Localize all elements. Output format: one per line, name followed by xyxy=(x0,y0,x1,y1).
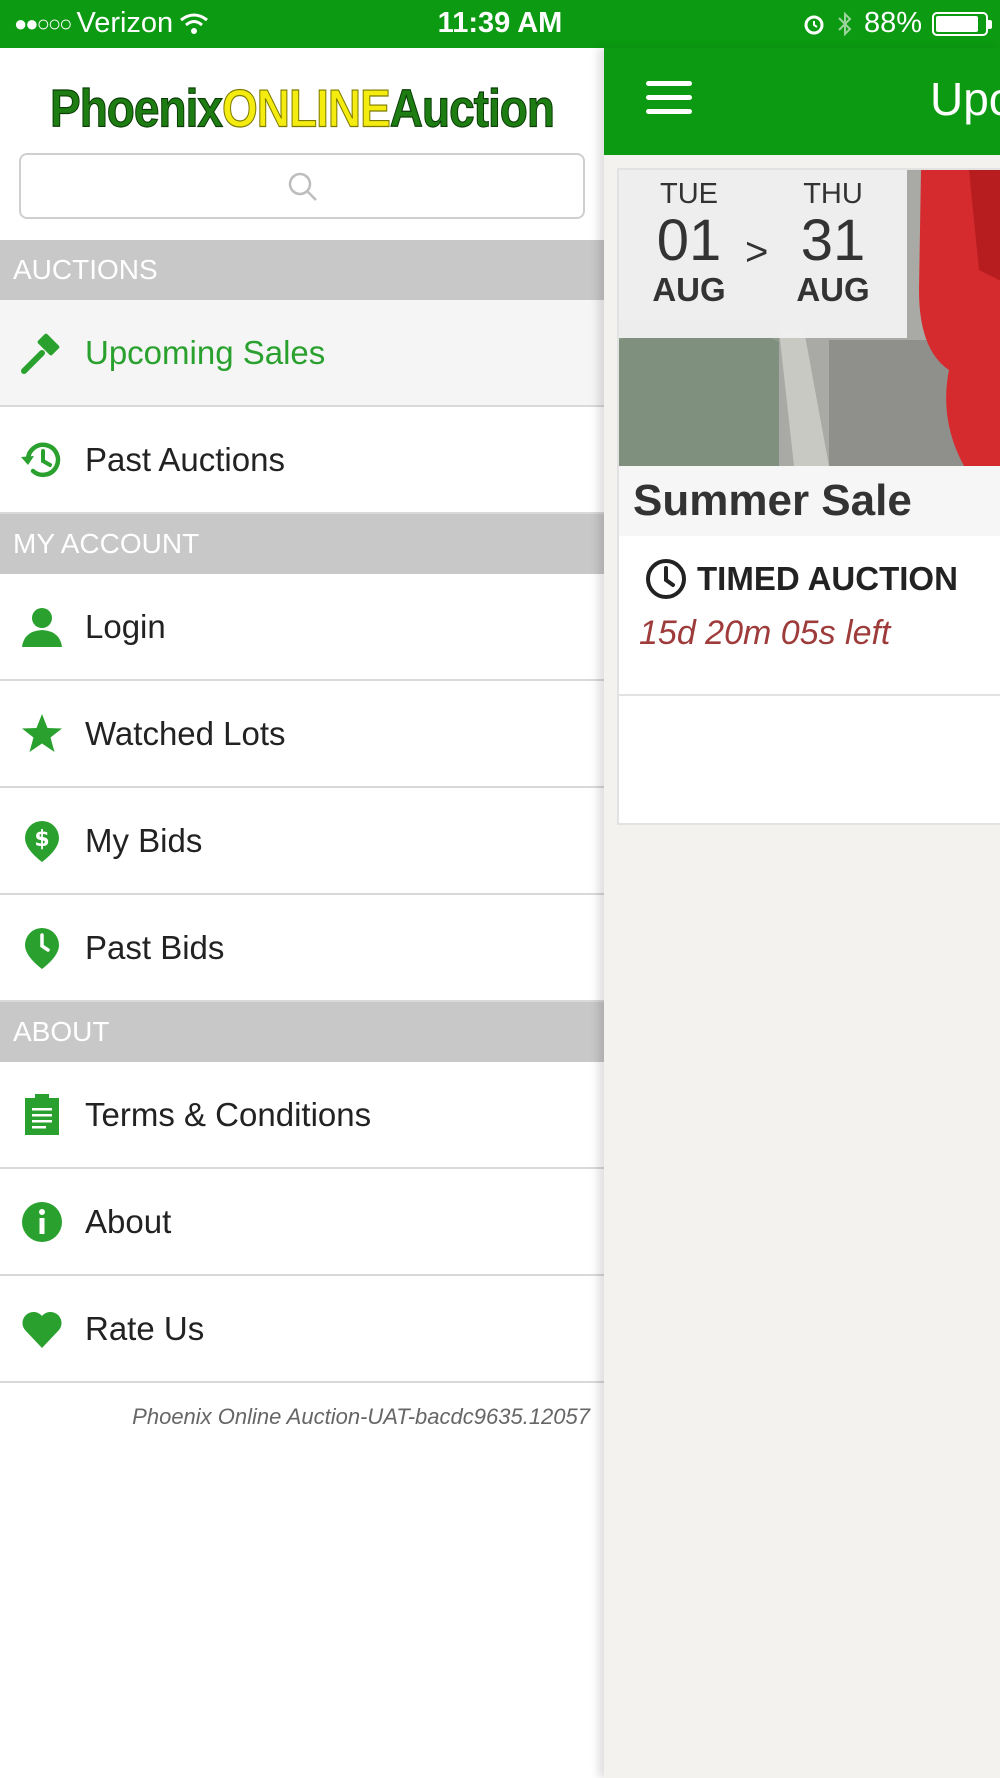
side-drawer: PhoenixONLINEAuction AUCTIONS Upcoming S… xyxy=(0,48,604,1778)
clock-pin-icon xyxy=(20,926,64,970)
section-header-auctions: AUCTIONS xyxy=(0,240,604,300)
menu-icon[interactable] xyxy=(646,81,692,123)
battery-percent: 88% xyxy=(863,7,922,39)
menu-item-login[interactable]: Login xyxy=(0,574,604,681)
info-icon xyxy=(20,1200,64,1244)
start-date: TUE 01 AUG xyxy=(639,178,739,309)
menu-item-label: Terms & Conditions xyxy=(85,1095,372,1133)
search-icon xyxy=(288,172,317,201)
menu-item-label: Upcoming Sales xyxy=(85,333,326,371)
bluetooth-icon xyxy=(838,11,852,36)
app-logo: PhoenixONLINEAuction xyxy=(0,77,604,139)
menu-item-my-bids[interactable]: $ My Bids xyxy=(0,788,604,895)
gavel-icon xyxy=(20,331,64,375)
end-day: THU xyxy=(803,178,863,210)
history-icon xyxy=(20,438,64,482)
start-month: AUG xyxy=(652,271,726,308)
time-left: 15d 20m 05s left xyxy=(639,614,891,652)
menu-item-upcoming-sales[interactable]: Upcoming Sales xyxy=(0,300,604,407)
menu-item-label: Past Bids xyxy=(85,928,225,966)
start-day: TUE xyxy=(660,178,718,210)
auction-type-label: TIMED AUCTION xyxy=(697,560,958,597)
logo-part-phoenix: Phoenix xyxy=(50,78,224,139)
star-icon xyxy=(20,712,64,756)
clock-icon xyxy=(646,559,686,599)
menu-item-label: Rate Us xyxy=(85,1309,205,1347)
user-icon xyxy=(20,605,64,649)
date-arrow: > xyxy=(745,230,769,274)
main-pane: Upcoming Sales TUE 01 AUG > THU 31 xyxy=(604,48,1000,1778)
date-range: TUE 01 AUG > THU 31 AUG xyxy=(619,170,907,338)
menu-item-label: About xyxy=(85,1202,172,1240)
menu-item-terms-conditions[interactable]: Terms & Conditions xyxy=(0,1062,604,1169)
end-date-number: 31 xyxy=(800,208,866,273)
search-input[interactable] xyxy=(19,153,585,219)
app-header: Upcoming Sales xyxy=(604,48,1000,155)
app-version: Phoenix Online Auction-UAT-bacdc9635.120… xyxy=(132,1404,590,1429)
end-month: AUG xyxy=(796,271,870,308)
menu-item-label: Watched Lots xyxy=(85,714,286,752)
logo-part-online: ONLINE xyxy=(221,78,391,139)
sale-title: Summer Sale xyxy=(619,466,1000,536)
status-bar: ●●○○○ Verizon 11:39 AM 88% xyxy=(0,0,1000,48)
menu-item-label: My Bids xyxy=(85,821,203,859)
menu-item-label: Login xyxy=(85,607,166,645)
page-title: Upcoming Sales xyxy=(930,73,1000,125)
battery-level xyxy=(936,15,978,32)
start-date-number: 01 xyxy=(656,208,722,273)
end-date: THU 31 AUG xyxy=(783,178,883,309)
menu-item-past-bids[interactable]: Past Bids xyxy=(0,895,604,1002)
logo-part-auction: Auction xyxy=(389,78,555,139)
alarm-icon xyxy=(804,15,824,34)
status-right: 88% xyxy=(802,7,992,40)
dollar-pin-icon: $ xyxy=(20,819,64,863)
menu-item-about[interactable]: About xyxy=(0,1169,604,1276)
auction-type: TIMED AUCTION xyxy=(645,558,958,600)
heart-icon xyxy=(20,1307,64,1351)
auction-card[interactable]: TUE 01 AUG > THU 31 AUG Summer Sale TIME… xyxy=(617,168,1000,825)
menu-item-watched-lots[interactable]: Watched Lots xyxy=(0,681,604,788)
menu-item-label: Past Auctions xyxy=(85,440,285,478)
section-header-about: ABOUT xyxy=(0,1002,604,1062)
clipboard-icon xyxy=(20,1093,64,1137)
card-divider xyxy=(619,694,1000,696)
menu-item-rate-us[interactable]: Rate Us xyxy=(0,1276,604,1383)
menu-item-past-auctions[interactable]: Past Auctions xyxy=(0,407,604,514)
svg-text:$: $ xyxy=(34,827,49,852)
section-header-my-account: MY ACCOUNT xyxy=(0,514,604,574)
battery-icon xyxy=(932,11,992,36)
